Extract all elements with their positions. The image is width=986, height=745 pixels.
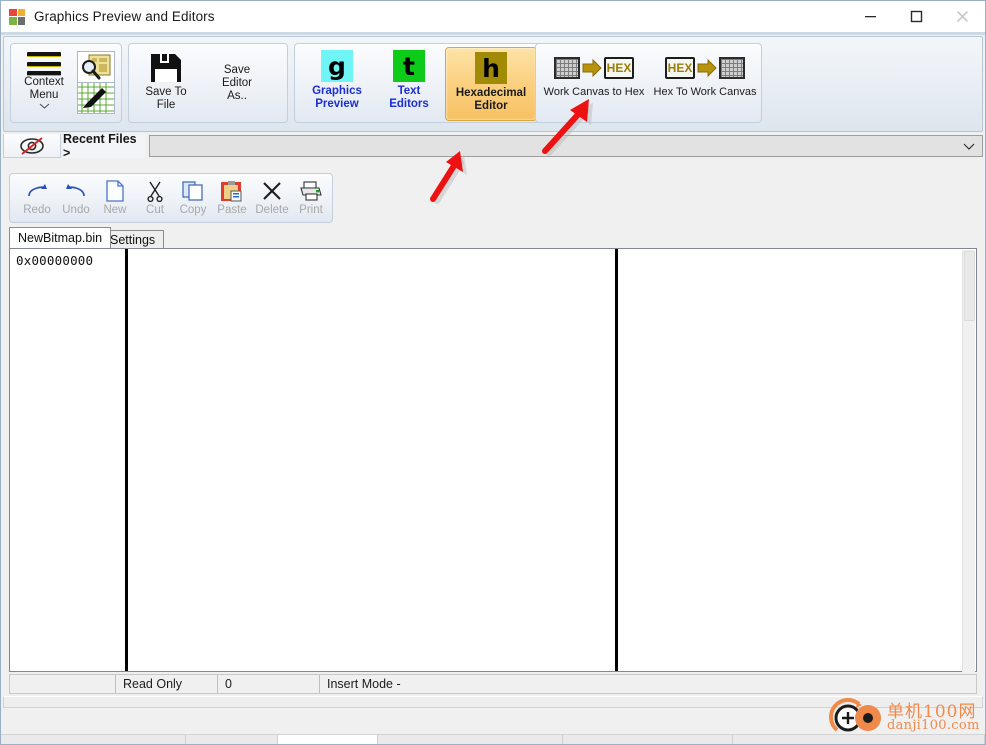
window-controls: [847, 1, 985, 32]
print-label: Print: [299, 204, 323, 216]
chevron-down-icon: [39, 103, 49, 109]
application-window: Graphics Preview and Editors Context Men…: [0, 0, 986, 745]
chevron-down-icon: [963, 137, 975, 155]
status-cell-read-only: Read Only: [116, 675, 218, 693]
tab-newbitmap-bin[interactable]: NewBitmap.bin: [9, 227, 112, 248]
save-to-file-button[interactable]: Save To File: [137, 50, 195, 112]
title-bar: Graphics Preview and Editors: [1, 1, 985, 32]
floppy-disk-save-icon: [149, 50, 183, 86]
tab-newbitmap-bin-label: NewBitmap.bin: [18, 231, 103, 245]
scissors-icon: [146, 178, 164, 204]
recent-files-combobox[interactable]: [149, 135, 983, 157]
outer-window-status-bar: [1, 734, 985, 744]
letter-g-icon: g: [321, 50, 353, 82]
paste-label: Paste: [217, 204, 247, 216]
ribbon-group-conversion: HEX Work Canvas to Hex HEX Hex To Work C…: [535, 43, 762, 123]
copy-label: Copy: [179, 204, 207, 216]
print-button[interactable]: Print: [288, 176, 334, 222]
eye-hidden-icon: [20, 136, 44, 155]
hex-to-work-canvas-button[interactable]: HEX Hex To Work Canvas: [651, 54, 759, 99]
save-editor-as-button[interactable]: Save Editor As..: [199, 64, 275, 103]
save-editor-as-label-line2: Editor: [221, 77, 253, 89]
redo-arrow-icon: [26, 178, 48, 204]
status-cell-offset: 0: [218, 675, 320, 693]
close-button[interactable]: [939, 1, 985, 31]
status-cell-1: [10, 675, 116, 693]
letter-t-icon: t: [393, 50, 425, 82]
x-delete-icon: [262, 178, 282, 204]
hex-to-work-canvas-label: Hex To Work Canvas: [653, 86, 757, 98]
tab-settings-label: Settings: [110, 232, 156, 247]
app-squares-logo-icon: [9, 8, 25, 25]
ribbon-group-editors: g Graphics Preview t Text Editors h Hexa…: [294, 43, 544, 123]
hexadecimal-editor-button[interactable]: h Hexadecimal Editor: [445, 47, 537, 121]
editor-status-bar: Read Only 0 Insert Mode -: [9, 674, 977, 694]
document-panel: Redo Undo New Cut Copy Paste Delete Prin…: [3, 161, 983, 733]
scrollbar-thumb[interactable]: [964, 251, 975, 321]
graphics-preview-label-line1: Graphics: [312, 85, 362, 97]
new-page-icon: [106, 178, 124, 204]
graphics-preview-label-line2: Preview: [315, 98, 359, 110]
work-canvas-to-hex-button[interactable]: HEX Work Canvas to Hex: [540, 54, 648, 99]
hexadecimal-editor-label-line2: Editor: [474, 100, 508, 112]
graphics-preview-button[interactable]: g Graphics Preview: [301, 50, 373, 118]
save-to-file-label-line1: Save To: [145, 86, 187, 98]
minimize-button[interactable]: [847, 1, 893, 31]
hex-address-column: 0x00000000: [16, 253, 94, 268]
recent-files-label: Recent Files >: [63, 132, 145, 160]
text-editors-button[interactable]: t Text Editors: [377, 50, 441, 118]
redo-label: Redo: [23, 204, 51, 216]
maximize-button[interactable]: [893, 1, 939, 31]
hex-vertical-scrollbar[interactable]: [962, 250, 975, 672]
hex-editor-view[interactable]: 0x00000000: [9, 248, 977, 672]
save-editor-as-label-line1: Save: [223, 64, 251, 76]
undo-label: Undo: [62, 204, 90, 216]
preview-paint-tile-button[interactable]: [77, 51, 115, 114]
hex-arrow-canvas-icon: HEX: [665, 54, 745, 82]
window-title: Graphics Preview and Editors: [34, 9, 215, 24]
preview-paint-tile-icon: [77, 51, 115, 114]
context-menu-label-line2: Menu: [29, 89, 59, 101]
save-to-file-label-line2: File: [156, 99, 176, 111]
ribbon-bar: Context Menu Save To File Save Editor As…: [3, 36, 983, 132]
text-editors-label-line1: Text: [397, 85, 421, 97]
editor-tab-strip: NewBitmap.bin Settings: [9, 227, 983, 248]
work-canvas-to-hex-label: Work Canvas to Hex: [543, 86, 645, 98]
context-menu-button[interactable]: Context Menu: [15, 48, 73, 120]
canvas-arrow-hex-icon: HEX: [554, 54, 634, 82]
recent-files-row: Recent Files >: [3, 132, 983, 160]
ribbon-group-save: Save To File Save Editor As..: [128, 43, 288, 123]
text-editors-label-line2: Editors: [389, 98, 429, 110]
status-cell-insert-mode: Insert Mode -: [327, 677, 401, 691]
hex-column-separator-2: [615, 249, 618, 671]
editor-secondary-status-bar: [3, 696, 983, 708]
hexadecimal-editor-label-line1: Hexadecimal: [455, 87, 527, 99]
hamburger-menu-icon: [27, 52, 61, 76]
new-label: New: [103, 204, 127, 216]
context-menu-label-line1: Context: [24, 76, 64, 88]
title-bar-divider: [1, 32, 985, 35]
hex-badge-label: HEX: [604, 57, 634, 79]
copy-pages-icon: [182, 178, 204, 204]
cut-label: Cut: [146, 204, 164, 216]
ribbon-group-context-menu: Context Menu: [10, 43, 122, 123]
letter-h-icon: h: [475, 52, 507, 84]
undo-arrow-icon: [65, 178, 87, 204]
hex-badge-label-2: HEX: [665, 57, 695, 79]
toggle-visibility-button[interactable]: [3, 134, 61, 158]
edit-toolbar: Redo Undo New Cut Copy Paste Delete Prin…: [9, 173, 333, 223]
clipboard-paste-icon: [221, 178, 243, 204]
hex-column-separator-1: [125, 249, 128, 671]
delete-label: Delete: [255, 204, 289, 216]
printer-icon: [300, 178, 322, 204]
save-editor-as-label-line3: As..: [227, 90, 247, 102]
